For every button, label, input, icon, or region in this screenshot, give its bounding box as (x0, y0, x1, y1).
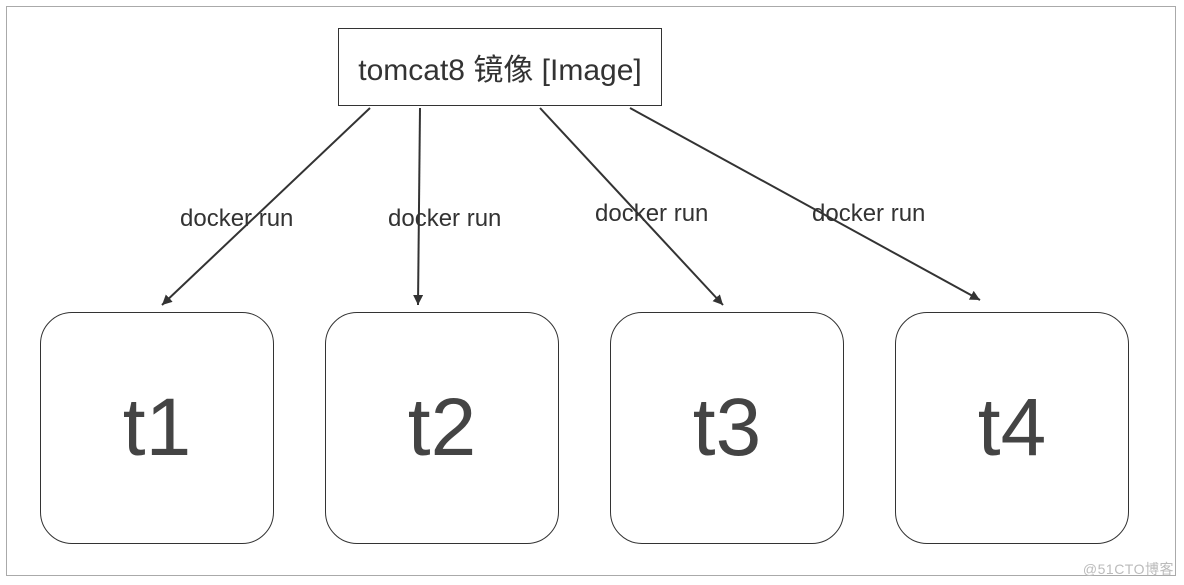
container-label-t1: t1 (123, 381, 191, 475)
watermark: @51CTO博客 (1083, 559, 1174, 579)
edge-label-2: docker run (388, 205, 501, 233)
container-label-t2: t2 (408, 381, 476, 475)
container-t3: t3 (610, 312, 844, 544)
edge-label-4: docker run (812, 200, 925, 228)
docker-image-box: tomcat8 镜像 [Image] (338, 28, 662, 106)
container-t2: t2 (325, 312, 559, 544)
container-t1: t1 (40, 312, 274, 544)
edge-label-3: docker run (595, 200, 708, 228)
edge-label-1: docker run (180, 205, 293, 233)
container-label-t3: t3 (693, 381, 761, 475)
docker-image-label: tomcat8 镜像 [Image] (358, 45, 641, 89)
container-label-t4: t4 (978, 381, 1046, 475)
container-t4: t4 (895, 312, 1129, 544)
